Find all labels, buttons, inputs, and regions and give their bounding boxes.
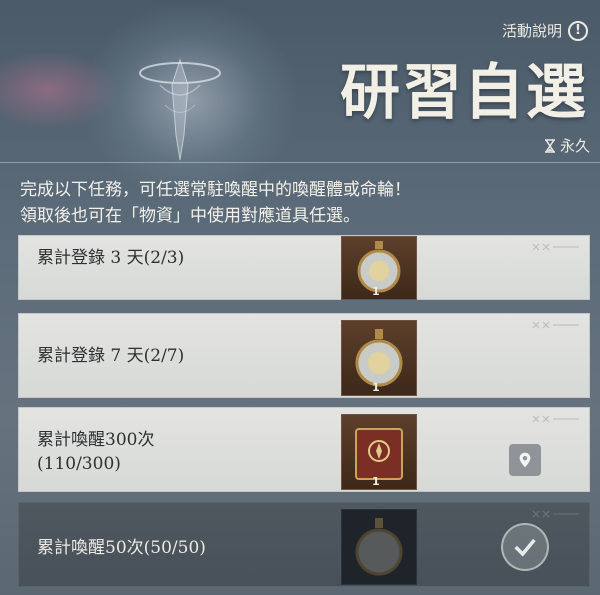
hourglass-icon: [544, 138, 555, 153]
task-row[interactable]: 累計登錄 7 天(2/7) 1: [18, 313, 590, 398]
reward-quantity: 1: [372, 475, 380, 488]
description-line-2: 領取後也可在「物資」中使用對應道具任選。: [20, 206, 360, 226]
task-label: 累計登錄 3 天(2/3): [37, 248, 185, 268]
activity-info-button[interactable]: 活動說明 !: [502, 20, 588, 41]
reward-slot[interactable]: 1: [341, 236, 417, 300]
info-icon: !: [568, 20, 588, 41]
locate-icon: [519, 452, 531, 468]
check-icon: [514, 538, 536, 557]
description: 完成以下任務，可任選常駐喚醒中的喚醒體或命輪！ 領取後也可在「物資」中使用對應道…: [20, 177, 411, 229]
task-row-claimed[interactable]: 累計喚醒50次(50/50): [18, 502, 590, 587]
task-row[interactable]: 累計喚醒300次 (110/300) 1: [18, 407, 590, 492]
potion-bottle-icon: [355, 518, 403, 576]
task-row[interactable]: 累計登錄 3 天(2/3) 1: [18, 235, 590, 300]
task-label: 累計喚醒50次(50/50): [37, 538, 206, 558]
activity-info-label: 活動說明: [501, 22, 562, 40]
reward-slot[interactable]: 1: [341, 320, 417, 396]
task-label: 累計喚醒300次 (110/300): [37, 428, 154, 476]
reward-slot[interactable]: 1: [341, 414, 417, 490]
duration-indicator: 永久: [544, 135, 590, 156]
corner-ornament-icon: [532, 415, 579, 423]
claimed-check-icon: [501, 523, 549, 571]
corner-ornament-icon: [532, 510, 579, 518]
task-label-line-1: 累計喚醒300次: [37, 430, 155, 450]
header: 活動說明 ! 研習自選 永久: [0, 0, 600, 160]
duration-label: 永久: [559, 137, 590, 155]
reward-quantity: 1: [372, 285, 380, 298]
reward-quantity: 1: [372, 381, 380, 394]
task-label: 累計登錄 7 天(2/7): [37, 346, 185, 366]
reward-slot: [341, 509, 417, 585]
description-line-1: 完成以下任務，可任選常駐喚醒中的喚醒體或命輪！: [20, 180, 411, 200]
corner-ornament-icon: [532, 243, 579, 251]
task-label-line-2: (110/300): [37, 454, 121, 474]
locate-button[interactable]: [509, 444, 541, 476]
corner-ornament-icon: [532, 321, 579, 329]
header-divider: [0, 162, 600, 163]
page-title: 研習自選: [340, 58, 588, 128]
